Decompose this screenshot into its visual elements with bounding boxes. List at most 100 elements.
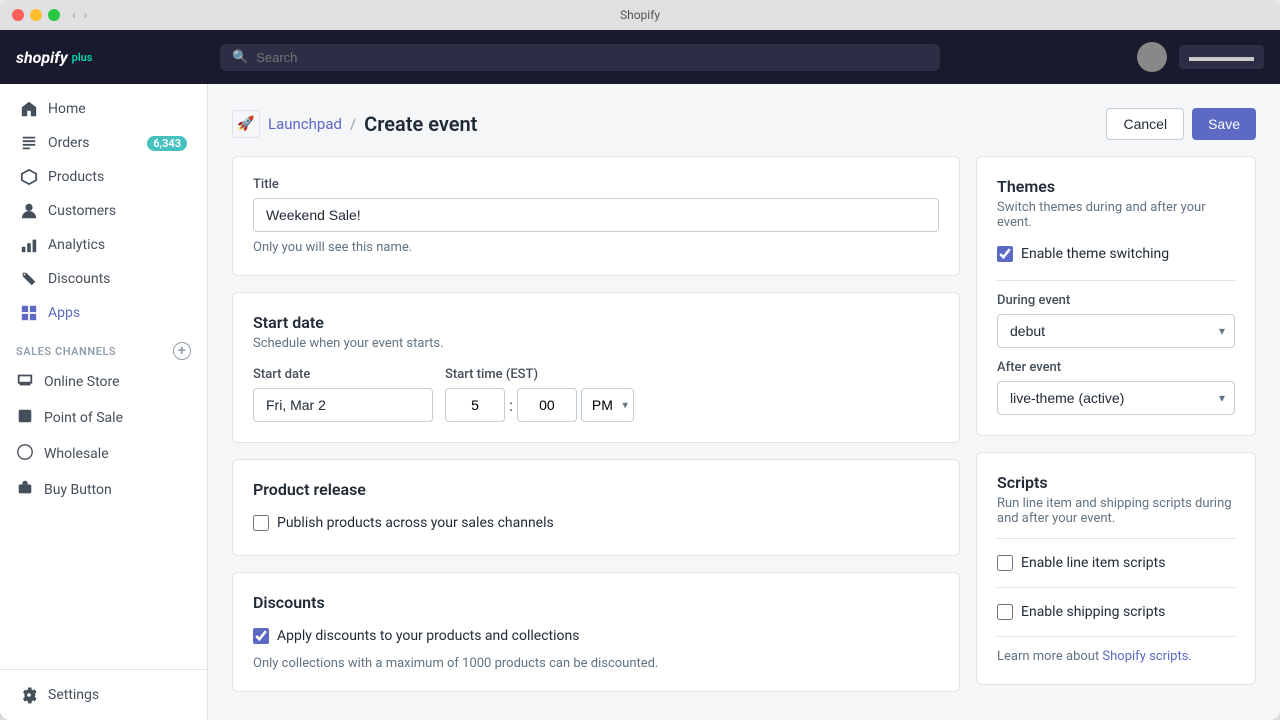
date-time-row: Start date Start time (EST) : — [253, 367, 939, 422]
close-button[interactable] — [12, 9, 24, 21]
shopify-scripts-link[interactable]: Shopify scripts. — [1102, 649, 1191, 664]
product-release-checkbox-row: Publish products across your sales chann… — [253, 511, 939, 535]
wholesale-label: Wholesale — [44, 446, 109, 462]
home-icon — [20, 100, 38, 118]
search-input[interactable] — [256, 50, 928, 65]
forward-arrow[interactable]: › — [84, 8, 88, 22]
cancel-button[interactable]: Cancel — [1106, 108, 1184, 140]
sidebar: Home Orders 6,343 Products — [0, 84, 208, 720]
enable-theme-checkbox[interactable] — [997, 246, 1013, 262]
sidebar-item-products[interactable]: Products — [4, 160, 203, 194]
sidebar-item-customers[interactable]: Customers — [4, 194, 203, 228]
themes-card: Themes Switch themes during and after yo… — [976, 156, 1256, 436]
enable-theme-label[interactable]: Enable theme switching — [1021, 246, 1169, 262]
product-release-card: Product release Publish products across … — [232, 459, 960, 556]
time-hour-input[interactable] — [445, 388, 505, 422]
buy-button-icon — [16, 479, 34, 501]
start-date-input[interactable] — [253, 388, 433, 422]
scripts-divider — [997, 538, 1235, 539]
discounts-icon — [20, 270, 38, 288]
learn-more-text: Learn more about Shopify scripts. — [997, 649, 1235, 664]
avatar — [1137, 42, 1167, 72]
shipping-scripts-label[interactable]: Enable shipping scripts — [1021, 604, 1165, 620]
app-layout: shopifyplus 🔍 ▬▬▬▬▬ Home — [0, 30, 1280, 720]
sidebar-item-wholesale[interactable]: Wholesale — [0, 436, 207, 472]
apply-discounts-checkbox[interactable] — [253, 628, 269, 644]
maximize-button[interactable] — [48, 9, 60, 21]
apps-icon — [20, 304, 38, 322]
window-controls — [12, 9, 60, 21]
ampm-select[interactable]: PM AM — [581, 388, 634, 422]
settings-label: Settings — [48, 687, 99, 703]
sidebar-item-home[interactable]: Home — [4, 92, 203, 126]
after-event-select[interactable]: live-theme (active) debut — [997, 381, 1235, 415]
minimize-button[interactable] — [30, 9, 42, 21]
during-event-select[interactable]: debut theme2 — [997, 314, 1235, 348]
sidebar-label-products: Products — [48, 169, 104, 185]
store-name: ▬▬▬▬▬ — [1179, 45, 1264, 69]
title-bar: ‹ › Shopify — [0, 0, 1280, 30]
during-event-select-wrapper: debut theme2 — [997, 314, 1235, 348]
shipping-scripts-checkbox[interactable] — [997, 604, 1013, 620]
publish-products-label[interactable]: Publish products across your sales chann… — [277, 515, 554, 531]
scripts-card: Scripts Run line item and shipping scrip… — [976, 452, 1256, 685]
apply-discounts-label[interactable]: Apply discounts to your products and col… — [277, 628, 579, 644]
sidebar-label-orders: Orders — [48, 135, 90, 151]
title-input[interactable] — [253, 198, 939, 232]
breadcrumb: 🚀 Launchpad / Create event Cancel Save — [232, 108, 1256, 140]
sidebar-item-orders[interactable]: Orders 6,343 — [4, 126, 203, 160]
orders-icon — [20, 134, 38, 152]
start-time-label: Start time (EST) — [445, 367, 634, 382]
discounts-card: Discounts Apply discounts to your produc… — [232, 572, 960, 692]
sidebar-bottom: Settings — [0, 669, 207, 712]
nav-arrows: ‹ › — [72, 8, 87, 22]
sidebar-label-analytics: Analytics — [48, 237, 105, 253]
sidebar-item-online-store[interactable]: Online Store 👁 — [0, 364, 207, 400]
sales-channels-header: SALES CHANNELS + — [0, 330, 207, 364]
breadcrumb-separator: / — [350, 115, 356, 133]
customers-icon — [20, 202, 38, 220]
discounts-title: Discounts — [253, 593, 939, 612]
launchpad-icon: 🚀 — [232, 110, 260, 138]
online-store-icon — [16, 371, 34, 393]
analytics-icon — [20, 236, 38, 254]
side-column: Themes Switch themes during and after yo… — [976, 156, 1256, 685]
add-sales-channel-button[interactable]: + — [173, 342, 191, 360]
line-item-scripts-row: Enable line item scripts — [997, 551, 1235, 575]
enable-theme-row: Enable theme switching — [997, 242, 1235, 266]
after-event-label: After event — [997, 360, 1235, 375]
publish-products-checkbox[interactable] — [253, 515, 269, 531]
sidebar-label-discounts: Discounts — [48, 271, 110, 287]
sidebar-item-analytics[interactable]: Analytics — [4, 228, 203, 262]
sidebar-label-home: Home — [48, 101, 86, 117]
topbar-right: ▬▬▬▬▬ — [1137, 42, 1264, 72]
buy-button-label: Buy Button — [44, 482, 112, 498]
back-arrow[interactable]: ‹ — [72, 8, 76, 22]
sidebar-item-settings[interactable]: Settings — [4, 678, 203, 712]
sidebar-item-pos[interactable]: Point of Sale — [0, 400, 207, 436]
sidebar-label-apps: Apps — [48, 305, 80, 321]
product-release-title: Product release — [253, 480, 939, 499]
time-separator: : — [509, 396, 513, 415]
search-bar: 🔍 — [220, 44, 940, 71]
title-label: Title — [253, 177, 939, 192]
themes-divider — [997, 280, 1235, 281]
sidebar-item-discounts[interactable]: Discounts — [4, 262, 203, 296]
wholesale-icon — [16, 443, 34, 465]
save-button[interactable]: Save — [1192, 108, 1256, 140]
sidebar-item-buy-button[interactable]: Buy Button — [0, 472, 207, 508]
sidebar-label-customers: Customers — [48, 203, 116, 219]
time-minute-input[interactable] — [517, 388, 577, 422]
window-title: Shopify — [620, 8, 660, 22]
themes-title: Themes — [997, 177, 1235, 196]
title-hint: Only you will see this name. — [253, 240, 939, 255]
content-area: 🚀 Launchpad / Create event Cancel Save — [208, 84, 1280, 720]
settings-icon — [20, 686, 38, 704]
shipping-scripts-row: Enable shipping scripts — [997, 600, 1235, 624]
breadcrumb-parent[interactable]: Launchpad — [268, 115, 342, 133]
line-item-scripts-label[interactable]: Enable line item scripts — [1021, 555, 1165, 571]
line-item-scripts-checkbox[interactable] — [997, 555, 1013, 571]
sidebar-item-apps[interactable]: Apps — [4, 296, 203, 330]
logo-plus: plus — [72, 51, 93, 64]
main-layout: Home Orders 6,343 Products — [0, 84, 1280, 720]
